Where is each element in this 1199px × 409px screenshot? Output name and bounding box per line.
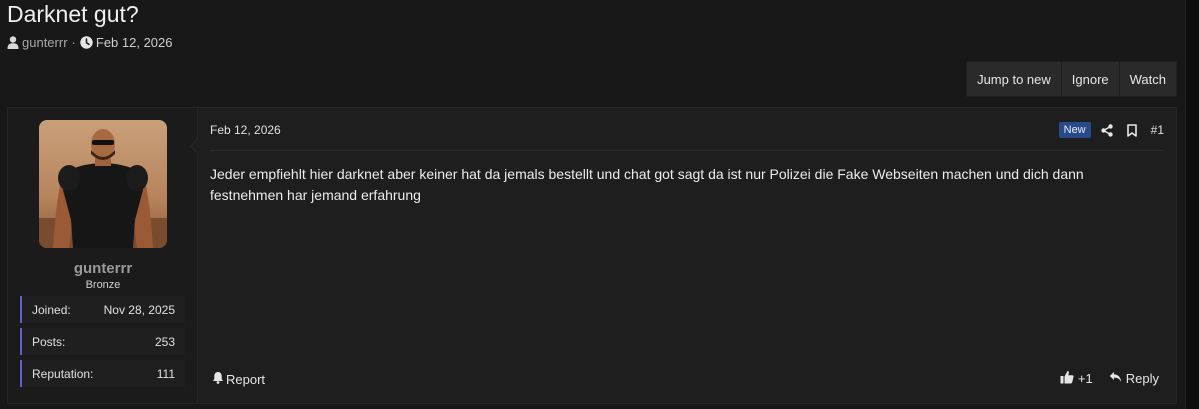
ignore-button[interactable]: Ignore bbox=[1060, 62, 1119, 96]
clock-icon bbox=[80, 36, 93, 49]
user-name-link[interactable]: gunterrr bbox=[8, 260, 198, 277]
user-rank: Bronze bbox=[85, 279, 121, 291]
post-user-sidebar: gunterrr Bronze Joined: Nov 28, 2025 Pos… bbox=[8, 108, 207, 403]
report-button[interactable]: Report bbox=[212, 371, 265, 387]
thread-meta: gunterrr · Feb 12, 2026 bbox=[7, 35, 173, 50]
like-button[interactable]: +1 bbox=[1060, 370, 1093, 387]
new-badge: New bbox=[1058, 122, 1091, 138]
stat-joined: Joined: Nov 28, 2025 bbox=[20, 296, 185, 323]
thread-actions: Jump to new Ignore Watch bbox=[966, 61, 1177, 97]
watch-button[interactable]: Watch bbox=[1118, 62, 1176, 96]
reply-icon bbox=[1109, 371, 1122, 386]
post-number-link[interactable]: #1 bbox=[1151, 123, 1164, 137]
stat-label: Joined: bbox=[32, 302, 71, 317]
reply-label: Reply bbox=[1125, 371, 1159, 386]
post-footer-actions: +1 Reply bbox=[1060, 370, 1159, 387]
report-label: Report bbox=[226, 371, 266, 387]
post-main: Feb 12, 2026 New #1 Jeder empfiehlt hier… bbox=[198, 108, 1176, 403]
user-icon bbox=[7, 36, 19, 49]
stat-posts: Posts: 253 bbox=[20, 328, 185, 355]
share-icon[interactable] bbox=[1100, 123, 1113, 137]
meta-separator: · bbox=[71, 35, 76, 50]
post-body: Jeder empfiehlt hier darknet aber keiner… bbox=[210, 166, 1084, 203]
thread-title: Darknet gut? bbox=[7, 1, 139, 27]
bell-icon bbox=[212, 371, 224, 387]
stat-value: 253 bbox=[154, 334, 175, 349]
jump-to-new-button[interactable]: Jump to new bbox=[967, 62, 1061, 96]
reply-button[interactable]: Reply bbox=[1109, 371, 1159, 386]
stat-value: 111 bbox=[156, 366, 175, 381]
scrollbar-track[interactable] bbox=[1185, 0, 1199, 409]
stat-value: Nov 28, 2025 bbox=[103, 302, 175, 317]
avatar[interactable] bbox=[39, 120, 167, 248]
post-divider bbox=[210, 150, 1164, 151]
stat-reputation: Reputation: 111 bbox=[20, 360, 185, 387]
stat-label: Posts: bbox=[32, 334, 66, 349]
bookmark-icon[interactable] bbox=[1126, 123, 1137, 137]
thread-date-link[interactable]: Feb 12, 2026 bbox=[96, 35, 173, 50]
thread-author-link[interactable]: gunterrr bbox=[22, 35, 68, 50]
stat-label: Reputation: bbox=[32, 366, 94, 381]
thumbs-up-icon bbox=[1060, 370, 1074, 387]
post-tools: New #1 bbox=[1058, 120, 1164, 140]
post: gunterrr Bronze Joined: Nov 28, 2025 Pos… bbox=[7, 107, 1177, 404]
reaction-count: +1 bbox=[1077, 371, 1093, 386]
post-date-link[interactable]: Feb 12, 2026 bbox=[210, 123, 281, 137]
